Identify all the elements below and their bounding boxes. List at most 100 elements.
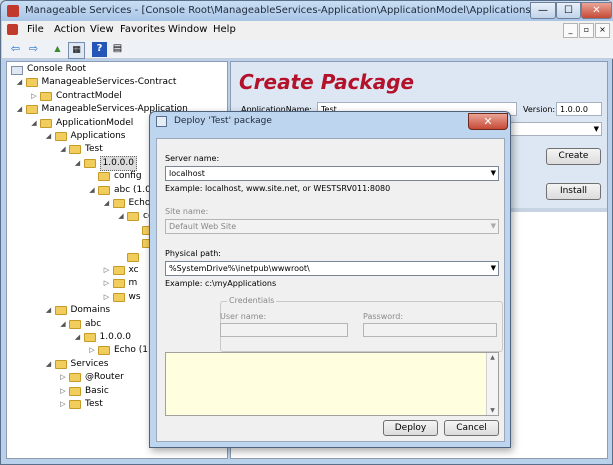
tree-node-label: ApplicationModel bbox=[56, 117, 134, 128]
dialog-title: Deploy 'Test' package bbox=[174, 116, 272, 126]
tree-node[interactable]: ▷ ContractModel bbox=[7, 90, 227, 103]
server-name-example: Example: localhost, www.site.net, or WES… bbox=[165, 184, 391, 193]
menu-help[interactable]: Help bbox=[213, 24, 236, 35]
tree-node[interactable]: ◢ ManageableServices-Contract bbox=[7, 76, 227, 89]
menu-window[interactable]: Window bbox=[168, 24, 207, 35]
tree-node-label: Echo bbox=[128, 198, 151, 208]
folder-icon bbox=[127, 212, 139, 222]
back-arrow-icon[interactable]: ⇦ bbox=[8, 42, 23, 57]
expand-arrow-icon[interactable]: ▷ bbox=[103, 291, 111, 304]
mdi-minimize-button[interactable]: _ bbox=[563, 23, 578, 38]
expand-arrow-icon[interactable]: ▷ bbox=[59, 398, 67, 411]
mmc-document-icon[interactable] bbox=[7, 24, 18, 35]
dialog-titlebar[interactable]: Deploy 'Test' package ✕ bbox=[150, 112, 510, 132]
properties-icon[interactable]: ▤ bbox=[110, 42, 125, 57]
deploy-button[interactable]: Deploy bbox=[383, 420, 438, 436]
menu-view[interactable]: View bbox=[90, 24, 114, 35]
collapse-arrow-icon[interactable]: ◢ bbox=[45, 304, 53, 317]
install-button[interactable]: Install bbox=[546, 183, 601, 200]
scroll-down-icon[interactable]: ▼ bbox=[487, 407, 498, 414]
mdi-restore-button[interactable]: ▫ bbox=[579, 23, 594, 38]
folder-icon bbox=[69, 386, 81, 396]
folder-icon bbox=[25, 105, 38, 115]
collapse-arrow-icon[interactable]: ◢ bbox=[45, 358, 53, 371]
folder-icon bbox=[54, 132, 67, 141]
collapse-arrow-icon[interactable]: ◢ bbox=[88, 184, 96, 197]
deploy-log-textarea[interactable]: ▲ ▼ bbox=[165, 352, 499, 416]
collapse-arrow-icon[interactable]: ◢ bbox=[30, 117, 38, 130]
menu-bar: File Action View Favorites Window Help _… bbox=[2, 21, 613, 40]
tree-node-label: Domains bbox=[70, 305, 111, 316]
close-button[interactable]: ✕ bbox=[581, 2, 612, 19]
physical-path-value: %SystemDrive%\inetpub\wwwroot\ bbox=[169, 264, 310, 273]
up-folder-icon[interactable]: ▲ bbox=[50, 42, 65, 57]
server-name-label: Server name: bbox=[165, 154, 220, 163]
folder-icon bbox=[127, 252, 139, 262]
expand-arrow-icon[interactable]: ▷ bbox=[59, 385, 67, 398]
toolbar: ⇦ ⇨ ▲ ▦ ? ▤ bbox=[2, 40, 613, 59]
console-root-icon bbox=[11, 66, 23, 75]
tree-node-label: Test bbox=[85, 144, 103, 155]
credentials-legend: Credentials bbox=[227, 296, 277, 305]
deploy-dialog: Deploy 'Test' package ✕ Server name: loc… bbox=[149, 111, 511, 448]
tree-node-label: xc bbox=[128, 265, 139, 275]
physical-path-combo[interactable]: %SystemDrive%\inetpub\wwwroot\ ▼ bbox=[165, 261, 499, 276]
collapse-arrow-icon[interactable]: ◢ bbox=[74, 157, 82, 170]
minimize-button[interactable]: — bbox=[530, 2, 556, 19]
create-button[interactable]: Create bbox=[546, 148, 601, 165]
folder-icon bbox=[83, 333, 96, 342]
scroll-up-icon[interactable]: ▲ bbox=[487, 354, 498, 361]
version-field[interactable]: 1.0.0.0 bbox=[556, 102, 602, 116]
tree-node[interactable]: Console Root bbox=[7, 63, 227, 76]
tree-node-label: Test bbox=[85, 399, 103, 409]
chevron-down-icon: ▼ bbox=[593, 125, 599, 133]
collapse-arrow-icon[interactable]: ◢ bbox=[103, 197, 111, 210]
site-name-combo: Default Web Site ▼ bbox=[165, 219, 499, 234]
folder-icon bbox=[112, 199, 125, 208]
tree-node-label: 1.0.0.0 bbox=[99, 155, 137, 171]
menu-action[interactable]: Action bbox=[54, 24, 85, 35]
cancel-button[interactable]: Cancel bbox=[444, 420, 499, 436]
version-label: Version: bbox=[523, 105, 556, 114]
tree-node-label: Applications bbox=[70, 131, 126, 141]
folder-icon bbox=[83, 158, 96, 168]
collapse-arrow-icon[interactable]: ◢ bbox=[59, 143, 67, 156]
expand-arrow-icon[interactable]: ▷ bbox=[59, 371, 67, 384]
help-icon[interactable]: ? bbox=[92, 42, 107, 57]
expand-arrow-icon[interactable]: ▷ bbox=[103, 264, 111, 277]
forward-arrow-icon[interactable]: ⇨ bbox=[26, 42, 41, 57]
collapse-arrow-icon[interactable]: ◢ bbox=[45, 130, 53, 143]
user-name-label: User name: bbox=[220, 312, 267, 321]
server-name-combo[interactable]: localhost ▼ bbox=[165, 166, 499, 181]
folder-icon bbox=[112, 292, 125, 302]
chevron-down-icon[interactable]: ▼ bbox=[491, 167, 496, 180]
collapse-arrow-icon[interactable]: ◢ bbox=[16, 103, 24, 116]
tree-node-label: abc bbox=[85, 318, 102, 329]
dialog-close-button[interactable]: ✕ bbox=[468, 113, 508, 130]
tree-node-label: Console Root bbox=[27, 64, 86, 74]
expand-arrow-icon[interactable]: ▷ bbox=[30, 90, 38, 103]
chevron-down-icon: ▼ bbox=[490, 222, 496, 230]
collapse-arrow-icon[interactable]: ◢ bbox=[117, 210, 125, 223]
app-icon bbox=[7, 5, 19, 17]
folder-icon bbox=[112, 279, 125, 289]
collapse-arrow-icon[interactable]: ◢ bbox=[59, 318, 67, 331]
expand-arrow-icon[interactable]: ▷ bbox=[103, 277, 111, 290]
main-titlebar[interactable]: Manageable Services - [Console Root\Mana… bbox=[1, 1, 613, 21]
folder-icon bbox=[98, 185, 110, 195]
chevron-down-icon[interactable]: ▼ bbox=[491, 262, 496, 275]
page-title: Create Package bbox=[239, 70, 415, 94]
collapse-arrow-icon[interactable]: ◢ bbox=[16, 76, 24, 89]
mdi-close-button[interactable]: × bbox=[595, 23, 610, 38]
show-hide-tree-icon[interactable]: ▦ bbox=[68, 42, 85, 59]
log-scrollbar[interactable]: ▲ ▼ bbox=[486, 353, 498, 415]
expand-arrow-icon[interactable]: ▷ bbox=[88, 344, 96, 357]
collapse-arrow-icon[interactable]: ◢ bbox=[74, 331, 82, 344]
maximize-button[interactable]: ☐ bbox=[556, 2, 581, 19]
menu-file[interactable]: File bbox=[27, 24, 44, 35]
site-name-value: Default Web Site bbox=[169, 222, 237, 231]
menu-favorites[interactable]: Favorites bbox=[120, 24, 165, 35]
password-field bbox=[363, 323, 497, 337]
tree-node-label: config bbox=[114, 171, 142, 182]
folder-icon bbox=[54, 306, 67, 316]
